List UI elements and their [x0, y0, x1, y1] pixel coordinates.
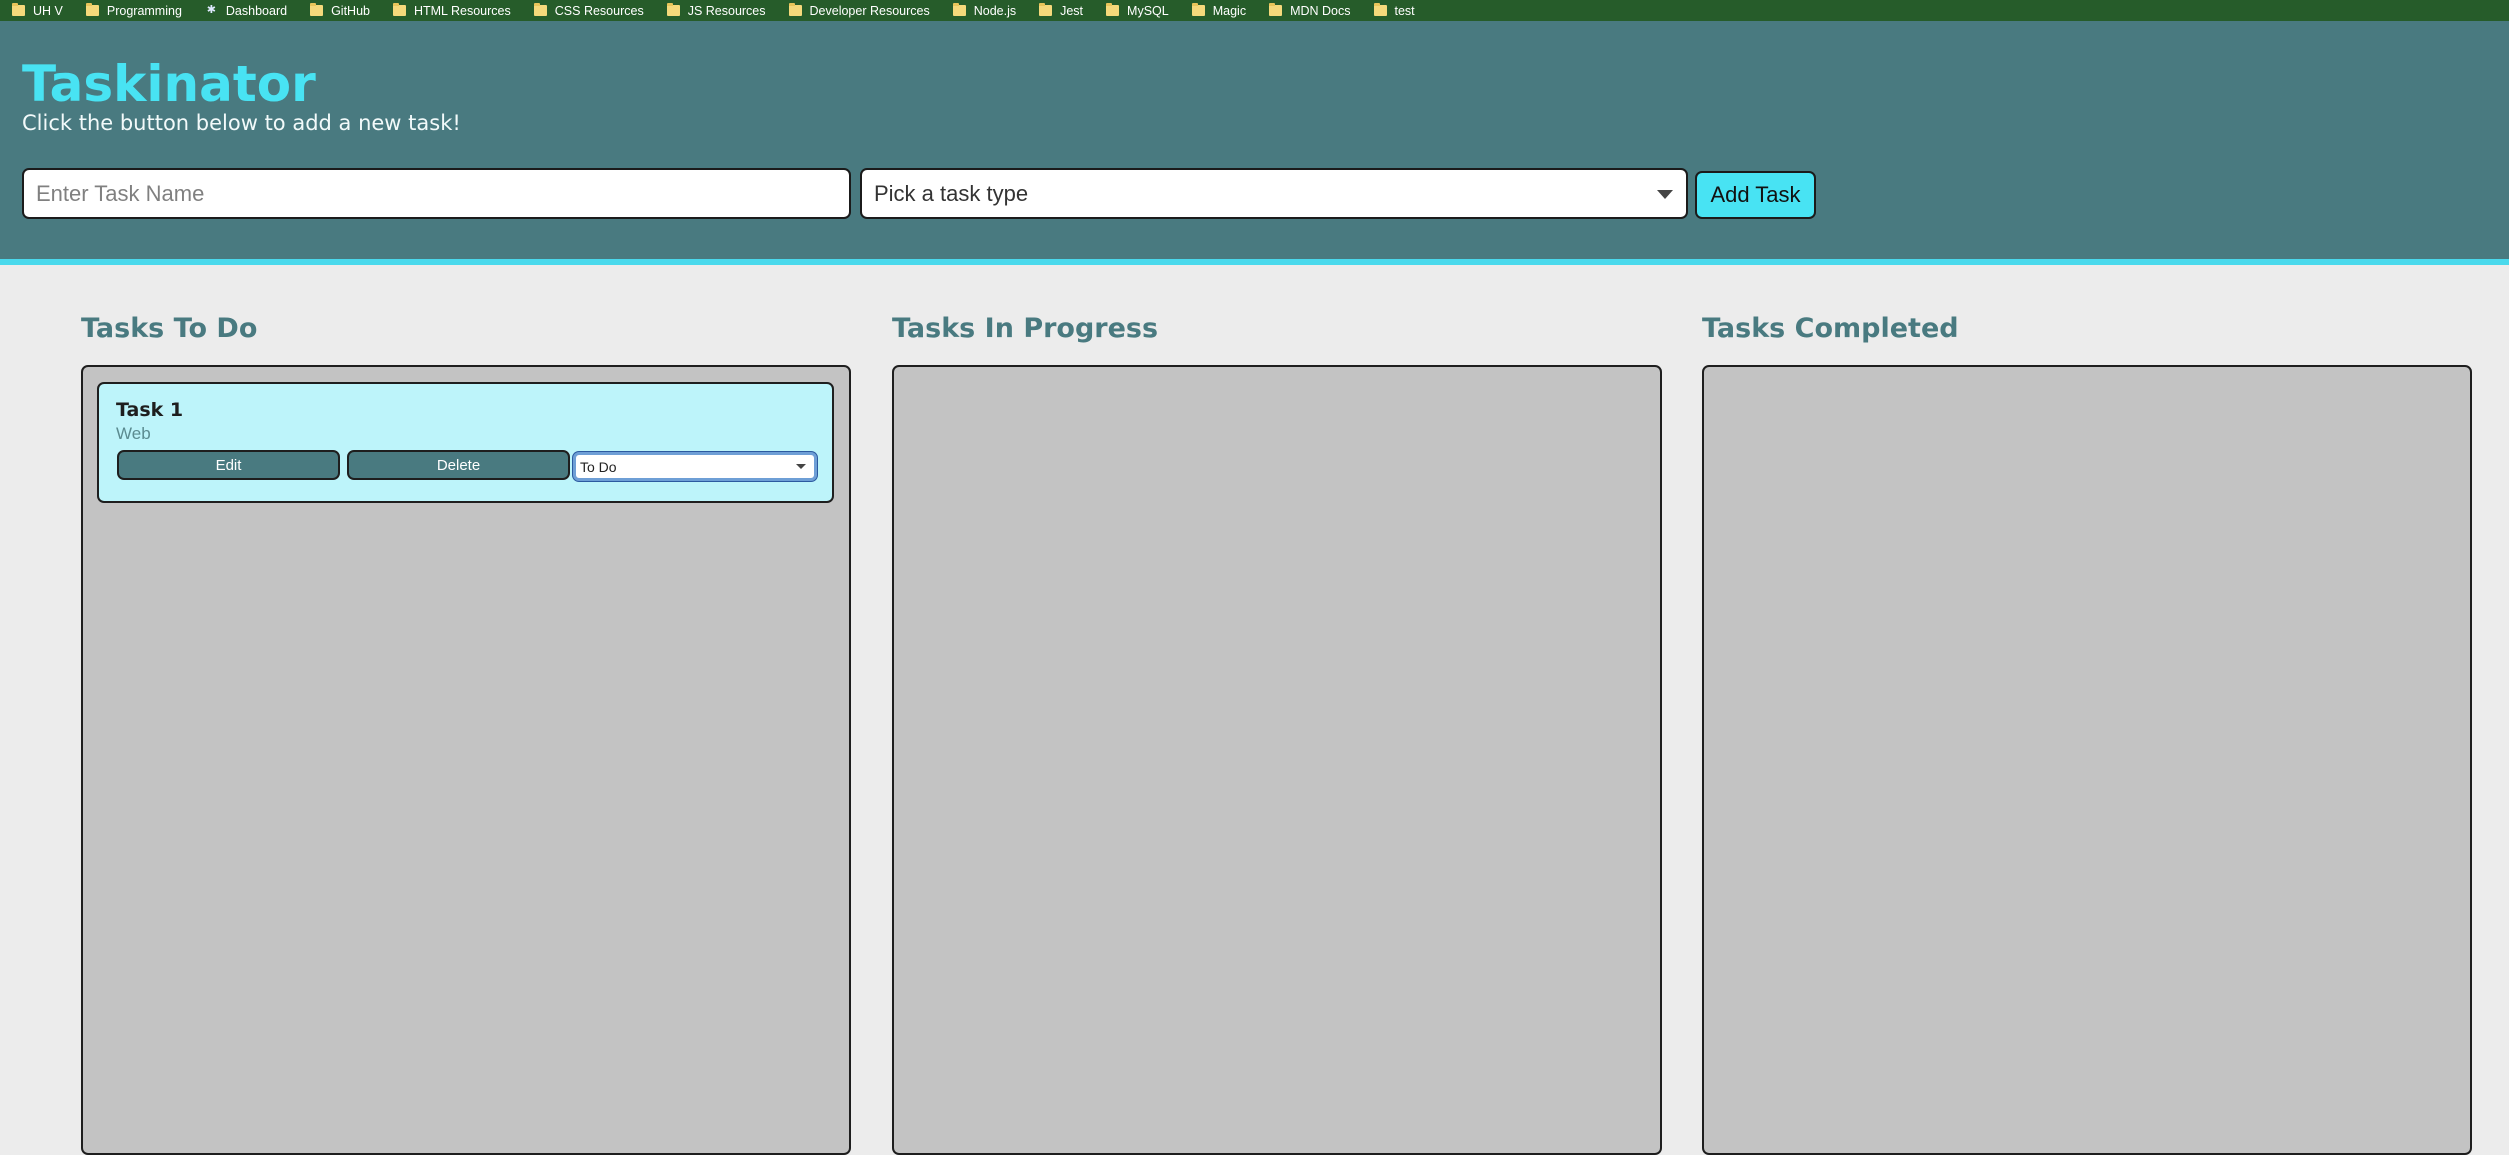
bookmark-label: UH V: [33, 3, 63, 18]
dashboard-icon: ✱: [206, 4, 217, 16]
bookmark-label: MDN Docs: [1290, 3, 1351, 18]
bookmark-nodejs[interactable]: Node.js: [952, 0, 1017, 21]
bookmark-label: Dashboard: [225, 3, 288, 18]
bookmark-label: Jest: [1060, 3, 1084, 18]
task-card[interactable]: Task 1 Web Edit Delete To Do: [97, 382, 834, 503]
bookmark-label: Developer Resources: [809, 3, 930, 18]
bookmark-label: HTML Resources: [413, 3, 511, 18]
folder-icon: [310, 3, 324, 16]
app-title: Taskinator: [22, 55, 316, 113]
folder-icon: [1373, 3, 1387, 16]
folder-icon: [392, 3, 406, 16]
bookmark-label: Programming: [106, 3, 182, 18]
bookmark-mdn-docs[interactable]: MDN Docs: [1269, 0, 1351, 21]
header-divider: [0, 259, 2509, 265]
add-task-button[interactable]: Add Task: [1695, 171, 1816, 219]
folder-icon: [1191, 3, 1205, 16]
bookmark-test[interactable]: test: [1373, 0, 1415, 21]
bookmark-label: test: [1394, 3, 1415, 18]
bookmark-dashboard[interactable]: ✱ Dashboard: [205, 0, 287, 21]
folder-icon: [1269, 3, 1283, 16]
bookmark-label: MySQL: [1127, 3, 1169, 18]
bookmark-html-resources[interactable]: HTML Resources: [392, 0, 511, 21]
folder-icon: [1039, 3, 1053, 16]
page-header: [0, 21, 2509, 264]
bookmark-label: CSS Resources: [554, 3, 644, 18]
bookmark-css-resources[interactable]: CSS Resources: [533, 0, 644, 21]
bookmarks-bar: UH V Programming ✱ Dashboard GitHub HTML…: [0, 0, 2509, 21]
column-title-to-do: Tasks To Do: [81, 313, 258, 344]
bookmark-jest[interactable]: Jest: [1039, 0, 1083, 21]
task-type-selected-value: Pick a task type: [874, 180, 1029, 206]
task-list-in-progress[interactable]: [892, 365, 1662, 1155]
folder-icon: [12, 3, 25, 16]
column-title-in-progress: Tasks In Progress: [892, 313, 1159, 344]
bookmark-developer-resources[interactable]: Developer Resources: [788, 0, 930, 21]
bookmark-label: JS Resources: [687, 3, 766, 18]
chevron-down-icon: [796, 464, 806, 469]
bookmark-github[interactable]: GitHub: [310, 0, 370, 21]
app-subtitle: Click the button below to add a new task…: [22, 111, 461, 135]
folder-icon: [666, 3, 680, 16]
task-type-select[interactable]: Pick a task type: [860, 168, 1688, 219]
task-type: Web: [116, 424, 151, 443]
bookmark-label: GitHub: [331, 3, 370, 18]
bookmark-magic[interactable]: Magic: [1191, 0, 1247, 21]
bookmark-programming[interactable]: Programming: [85, 0, 182, 21]
bookmark-mysql[interactable]: MySQL: [1106, 0, 1169, 21]
folder-icon: [533, 3, 547, 16]
bookmark-js-resources[interactable]: JS Resources: [666, 0, 766, 21]
folder-icon: [1106, 3, 1120, 16]
bookmark-label: Magic: [1212, 3, 1247, 18]
task-name: Task 1: [116, 399, 184, 421]
task-status-select[interactable]: To Do: [573, 452, 817, 481]
folder-icon: [788, 3, 802, 16]
task-name-input[interactable]: [22, 168, 851, 219]
delete-task-button[interactable]: Delete: [347, 450, 570, 480]
column-title-completed: Tasks Completed: [1702, 313, 1959, 344]
bookmark-label: Node.js: [973, 3, 1017, 18]
task-status-value: To Do: [580, 458, 617, 475]
folder-icon: [85, 3, 99, 16]
edit-task-button[interactable]: Edit: [117, 450, 340, 480]
chevron-down-icon: [1657, 190, 1673, 199]
bookmark-uh-v[interactable]: UH V: [12, 0, 63, 21]
task-list-completed[interactable]: [1702, 365, 2472, 1155]
folder-icon: [952, 3, 966, 16]
